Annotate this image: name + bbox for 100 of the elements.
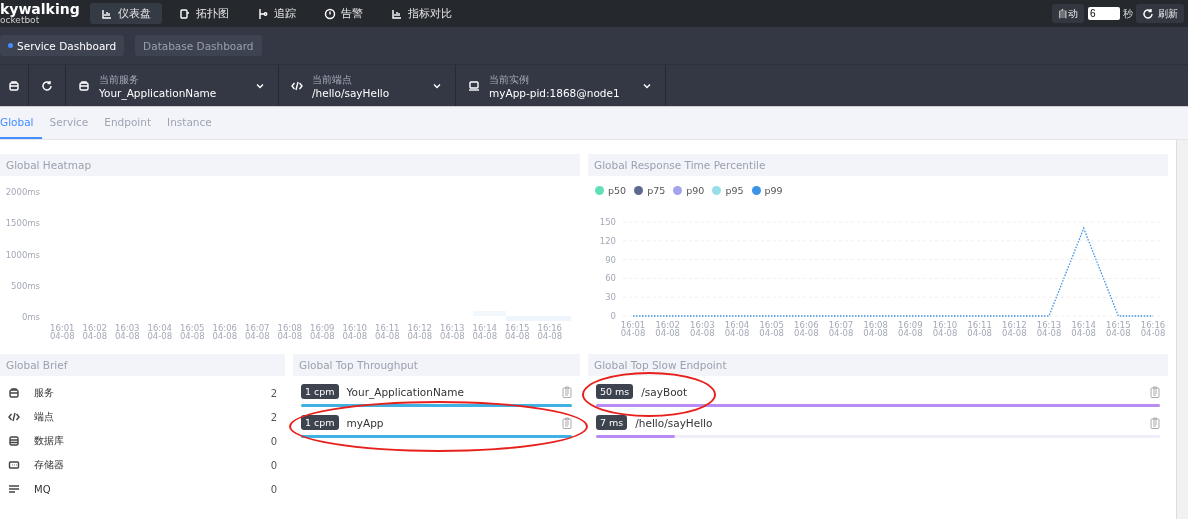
refresh-icon: [1142, 7, 1154, 20]
dashboard-tab[interactable]: Database Dashboard: [135, 35, 262, 56]
dashboard-tab[interactable]: Service Dashboard: [0, 35, 125, 56]
item-name: /hello/sayHello: [635, 416, 714, 429]
panel-title: Global Heatmap: [0, 154, 580, 176]
axis-label: 16:06 04-08: [794, 320, 819, 338]
panel-title: Global Top Throughput: [293, 354, 580, 376]
box-icon: [8, 387, 20, 399]
axis-label: 0ms: [21, 312, 40, 322]
brief-label: MQ: [34, 483, 52, 495]
axis-label: 16:02 04-08: [82, 323, 108, 341]
axis-label: 16:15 04-08: [1106, 320, 1131, 338]
axis-label: 16:13 04-08: [1036, 320, 1062, 338]
panel-title: Global Top Slow Endpoint: [588, 354, 1168, 376]
axis-label: 16:02 04-08: [655, 320, 680, 338]
axis-label: 1000ms: [5, 249, 40, 260]
axis-label: 16:03 04-08: [114, 323, 140, 341]
node-icon: [179, 7, 191, 20]
alert-icon: [324, 7, 336, 20]
axis-label: 16:13 04-08: [439, 323, 465, 341]
monitor-icon: [468, 79, 480, 92]
clipboard-icon[interactable]: [562, 385, 572, 398]
clipboard-icon[interactable]: [562, 416, 572, 429]
axis-label: 16:01 04-08: [49, 323, 75, 341]
item-name: /sayBoot: [641, 385, 689, 398]
box-icon: [78, 79, 90, 92]
panel-title: Global Brief: [0, 354, 285, 376]
clipboard-icon[interactable]: [1150, 416, 1160, 429]
legend-item[interactable]: p99: [751, 184, 783, 196]
nav-tab[interactable]: 告警: [313, 3, 374, 24]
value-badge: 1 cpm: [301, 384, 339, 399]
axis-label: 90: [605, 254, 616, 265]
database-icon: [8, 435, 20, 447]
axis-label: 16:16 04-08: [1140, 320, 1166, 338]
bar-chart-icon: [391, 7, 403, 20]
axis-label: 16:16 04-08: [537, 323, 563, 341]
brief-label: 服务: [34, 386, 55, 400]
legend-item[interactable]: p95: [712, 184, 744, 196]
axis-label: 16:08 04-08: [863, 320, 888, 338]
axis-label: 16:10 04-08: [342, 323, 368, 341]
queue-icon: [8, 483, 20, 495]
item-name: myApp: [346, 416, 385, 429]
brief-value: 0: [270, 435, 277, 447]
brief-label: 数据库: [34, 434, 65, 448]
legend-item[interactable]: p75: [634, 184, 666, 196]
axis-label: 16:06 04-08: [212, 323, 238, 341]
axis-label: 16:14 04-08: [1071, 320, 1096, 338]
logo-subtitle: ocketbot: [0, 16, 40, 25]
axis-label: 1500ms: [5, 218, 40, 229]
refresh-icon: [41, 79, 53, 92]
axis-label: 120: [599, 235, 616, 246]
brief-label: 端点: [34, 410, 55, 424]
brief-value: 0: [270, 459, 277, 471]
unit-label: 秒: [1123, 6, 1133, 21]
brief-value: 2: [270, 411, 277, 423]
axis-label: 16:01 04-08: [620, 320, 646, 338]
axis-label: 16:09 04-08: [309, 323, 335, 341]
axis-label: 16:07 04-08: [244, 323, 270, 341]
brief-value: 2: [270, 387, 277, 399]
nav-tab[interactable]: 指标对比: [380, 3, 463, 24]
brief-value: 0: [270, 483, 277, 495]
auto-button[interactable]: 自动: [1052, 4, 1084, 23]
scrollbar[interactable]: [1176, 140, 1188, 519]
code-icon: [8, 411, 20, 423]
axis-label: 16:04 04-08: [147, 323, 173, 341]
axis-label: 16:11 04-08: [374, 323, 400, 341]
box-icon: [8, 79, 20, 92]
item-name: Your_ApplicationName: [346, 385, 465, 398]
axis-label: 16:14 04-08: [472, 323, 498, 341]
nav-tab[interactable]: 追踪: [246, 3, 307, 24]
clipboard-icon[interactable]: [1150, 385, 1160, 398]
selector-dropdown[interactable]: 当前端点 /hello/sayHello: [279, 65, 456, 106]
legend-item[interactable]: p90: [673, 184, 705, 196]
legend-item[interactable]: p50: [595, 184, 627, 196]
refresh-button[interactable]: 刷新: [1136, 4, 1184, 23]
axis-label: 150: [599, 217, 616, 227]
nav-tab[interactable]: 仪表盘: [90, 3, 162, 24]
value-badge: 1 cpm: [301, 415, 339, 430]
axis-label: 16:10 04-08: [932, 320, 958, 338]
value-badge: 50 ms: [596, 384, 634, 399]
axis-label: 500ms: [11, 280, 40, 291]
axis-label: 0: [610, 311, 616, 321]
axis-label: 16:07 04-08: [828, 320, 854, 338]
branch-icon: [257, 7, 269, 20]
axis-label: 2000ms: [5, 187, 40, 197]
axis-label: 60: [605, 273, 616, 284]
selector-dropdown[interactable]: 当前实例 myApp-pid:1868@node1: [456, 65, 666, 106]
axis-label: 16:15 04-08: [504, 323, 530, 341]
nav-tab[interactable]: 拓扑图: [168, 3, 240, 24]
interval-field[interactable]: 6: [1088, 7, 1120, 20]
selector-dropdown[interactable]: 当前服务 Your_ApplicationName: [66, 65, 279, 106]
axis-label: 16:03 04-08: [690, 320, 715, 338]
axis-label: 16:12 04-08: [407, 323, 433, 341]
brief-label: 存储器: [34, 458, 65, 472]
axis-label: 16:11 04-08: [967, 320, 992, 338]
code-icon: [291, 79, 303, 92]
axis-label: 16:09 04-08: [898, 320, 923, 338]
axis-label: 16:05 04-08: [179, 323, 205, 341]
axis-label: 16:08 04-08: [277, 323, 303, 341]
logo-title: kywalking: [0, 2, 81, 16]
